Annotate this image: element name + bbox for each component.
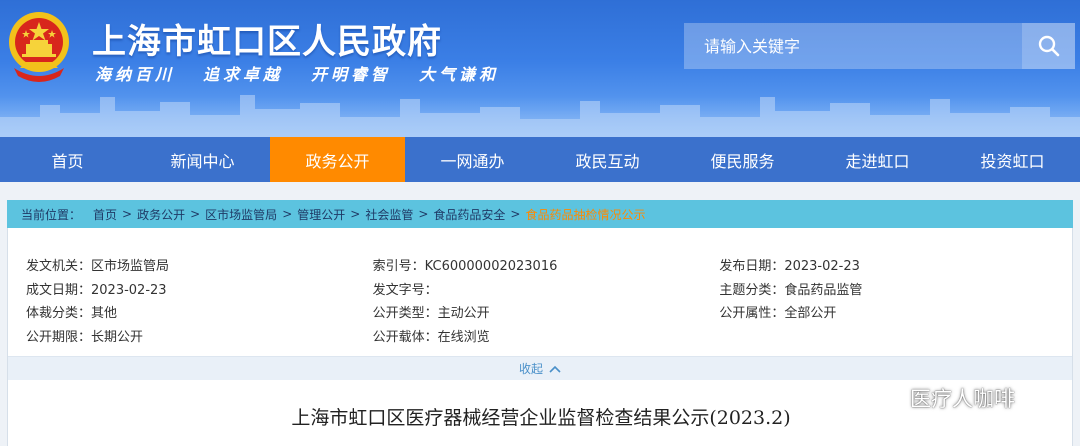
breadcrumb-item[interactable]: 食品药品安全	[433, 206, 505, 223]
breadcrumb-separator: >	[190, 207, 201, 221]
info-row: 体裁分类：其他 公开类型：主动公开 公开属性：全部公开	[26, 302, 1066, 326]
breadcrumb-item[interactable]: 首页	[93, 206, 117, 223]
collapse-label: 收起	[518, 362, 543, 376]
site-title[interactable]: 上海市虹口区人民政府	[92, 14, 442, 63]
info-topic: 主题分类：食品药品监管	[719, 282, 863, 298]
slogan: 开明睿智	[311, 65, 392, 84]
info-grid: 发文机关：区市场监管局 索引号：KC60000002023016 发布日期：20…	[26, 255, 1066, 349]
site-header: 上海市虹口区人民政府 海纳百川 追求卓越 开明睿智 大气谦和	[0, 0, 1080, 137]
info-publish-date: 发布日期：2023-02-23	[719, 259, 860, 274]
slogans: 海纳百川 追求卓越 开明睿智 大气谦和	[95, 61, 499, 85]
breadcrumb-current[interactable]: 食品药品抽检情况公示	[525, 206, 645, 223]
nav-item-home[interactable]: 首页	[0, 137, 135, 182]
main-nav: 首页 新闻中心 政务公开 一网通办 政民互动 便民服务 走进虹口 投资虹口	[0, 137, 1080, 182]
breadcrumb-item[interactable]: 社会监管	[365, 206, 413, 223]
nav-item-public-service[interactable]: 便民服务	[675, 137, 810, 182]
info-row: 发文机关：区市场监管局 索引号：KC60000002023016 发布日期：20…	[26, 255, 1066, 279]
info-written-date: 成文日期：2023-02-23	[26, 282, 167, 298]
info-disclosure-carrier: 公开载体：在线浏览	[372, 329, 490, 345]
info-genre: 体裁分类：其他	[26, 306, 118, 321]
breadcrumb-item[interactable]: 区市场监管局	[205, 206, 277, 223]
wechat-icon	[869, 385, 903, 410]
search-icon	[1038, 35, 1059, 57]
breadcrumb-separator: >	[282, 207, 293, 221]
slogan: 海纳百川	[95, 65, 176, 84]
info-index-number: 索引号：KC60000002023016	[372, 259, 558, 274]
breadcrumb-separator: >	[122, 207, 133, 221]
info-disclosure-attribute: 公开属性：全部公开	[719, 306, 837, 321]
breadcrumb-item[interactable]: 政务公开	[137, 206, 185, 223]
info-disclosure-type: 公开类型：主动公开	[372, 306, 490, 321]
nav-item-gov-affairs[interactable]: 政务公开	[270, 137, 405, 182]
slogan: 大气谦和	[419, 65, 500, 84]
info-empty	[719, 326, 1066, 350]
slogan: 追求卓越	[203, 65, 284, 84]
search-input[interactable]	[684, 23, 1022, 69]
nav-item-invest-hongkou[interactable]: 投资虹口	[945, 137, 1080, 182]
info-issuer: 发文机关：区市场监管局	[26, 259, 170, 274]
national-emblem-icon	[9, 12, 69, 82]
document-info-panel: 发文机关：区市场监管局 索引号：KC60000002023016 发布日期：20…	[7, 228, 1073, 380]
search-box	[684, 23, 1075, 69]
nav-item-news[interactable]: 新闻中心	[135, 137, 270, 182]
watermark: 医疗人咖啡	[868, 383, 1015, 413]
watermark-text: 医疗人咖啡	[910, 387, 1015, 411]
chevron-up-icon	[549, 365, 561, 373]
nav-item-about-hongkou[interactable]: 走进虹口	[810, 137, 945, 182]
nav-item-interaction[interactable]: 政民互动	[540, 137, 675, 182]
breadcrumb-separator: >	[350, 207, 361, 221]
breadcrumb: 当前位置： 首页 > 政务公开 > 区市场监管局 > 管理公开 > 社会监管 >…	[7, 200, 1073, 228]
info-row: 公开期限：长期公开 公开载体：在线浏览	[26, 326, 1066, 350]
breadcrumb-label: 当前位置：	[21, 207, 82, 222]
search-button[interactable]	[1022, 23, 1075, 69]
info-document-number: 发文字号：	[372, 282, 438, 298]
nav-item-one-stop-service[interactable]: 一网通办	[405, 137, 540, 182]
info-disclosure-period: 公开期限：长期公开	[26, 329, 144, 345]
info-row: 成文日期：2023-02-23 发文字号： 主题分类：食品药品监管	[26, 279, 1066, 303]
breadcrumb-item[interactable]: 管理公开	[297, 206, 345, 223]
collapse-button[interactable]: 收起	[8, 356, 1072, 380]
breadcrumb-separator: >	[418, 207, 429, 221]
breadcrumb-separator: >	[510, 207, 521, 221]
